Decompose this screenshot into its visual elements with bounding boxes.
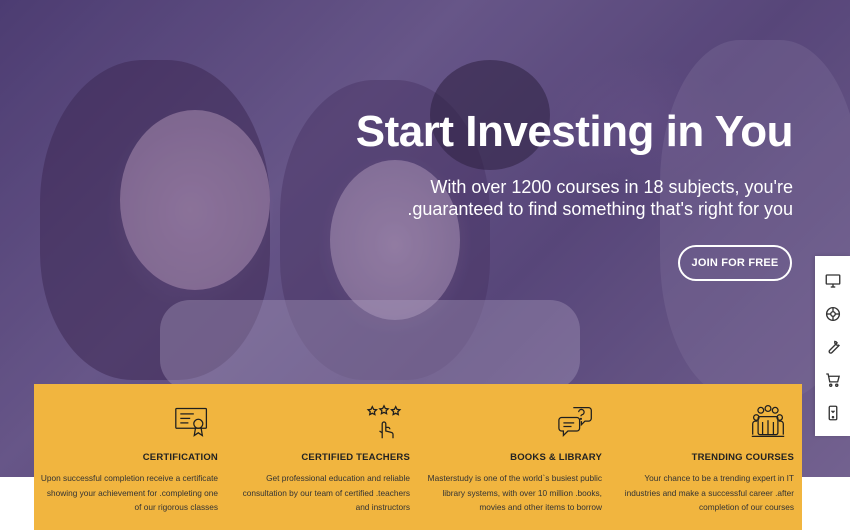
certificate-icon (175, 407, 208, 437)
sidebar-monitor-button[interactable] (815, 264, 850, 297)
hero-subtitle-line2: .guaranteed to find something that's rig… (407, 199, 793, 219)
feature-title: CERTIFIED TEACHERS (301, 452, 410, 463)
globe-icon (825, 306, 840, 321)
sidebar-cart-button[interactable] (815, 363, 850, 396)
join-for-free-button[interactable]: JOIN FOR FREE (678, 245, 792, 281)
feature-certification: CERTIFICATION Upon successful completion… (34, 384, 226, 530)
mobile-icon (828, 405, 837, 420)
feature-title: BOOKS & LIBRARY (510, 452, 602, 463)
wrench-icon (828, 340, 840, 354)
feature-description: Masterstudy is one of the world`s busies… (427, 473, 602, 512)
cart-icon (825, 372, 840, 387)
group-icon (751, 404, 785, 438)
chat-question-icon (558, 406, 592, 438)
sidebar-mobile-button[interactable] (815, 396, 850, 429)
monitor-icon (825, 273, 840, 288)
feature-description: Get professional education and reliable … (242, 473, 410, 512)
hero-photo-shape (40, 60, 270, 380)
sidebar-globe-button[interactable] (815, 297, 850, 330)
feature-books-library: BOOKS & LIBRARY Masterstudy is one of th… (418, 384, 610, 530)
feature-certified-teachers: CERTIFIED TEACHERS Get professional educ… (226, 384, 418, 530)
rating-hand-icon (366, 404, 402, 439)
sidebar-wrench-button[interactable] (815, 330, 850, 363)
hero-photo-shape (160, 300, 580, 390)
feature-title: TRENDING COURSES (691, 452, 794, 463)
side-toolbar (815, 256, 850, 436)
feature-trending-courses: TRENDING COURSES Your chance to be a tre… (610, 384, 802, 530)
feature-description: Your chance to be a trending expert in I… (624, 473, 794, 512)
hero-photo-shape (120, 110, 270, 290)
feature-title: CERTIFICATION (142, 452, 218, 463)
feature-description: Upon successful completion receive a cer… (40, 473, 218, 512)
hero-subtitle-line1: With over 1200 courses in 18 subjects, y… (430, 177, 793, 197)
features-panel: CERTIFICATION Upon successful completion… (34, 384, 802, 530)
hero-headline: Start Investing in You (355, 107, 794, 156)
